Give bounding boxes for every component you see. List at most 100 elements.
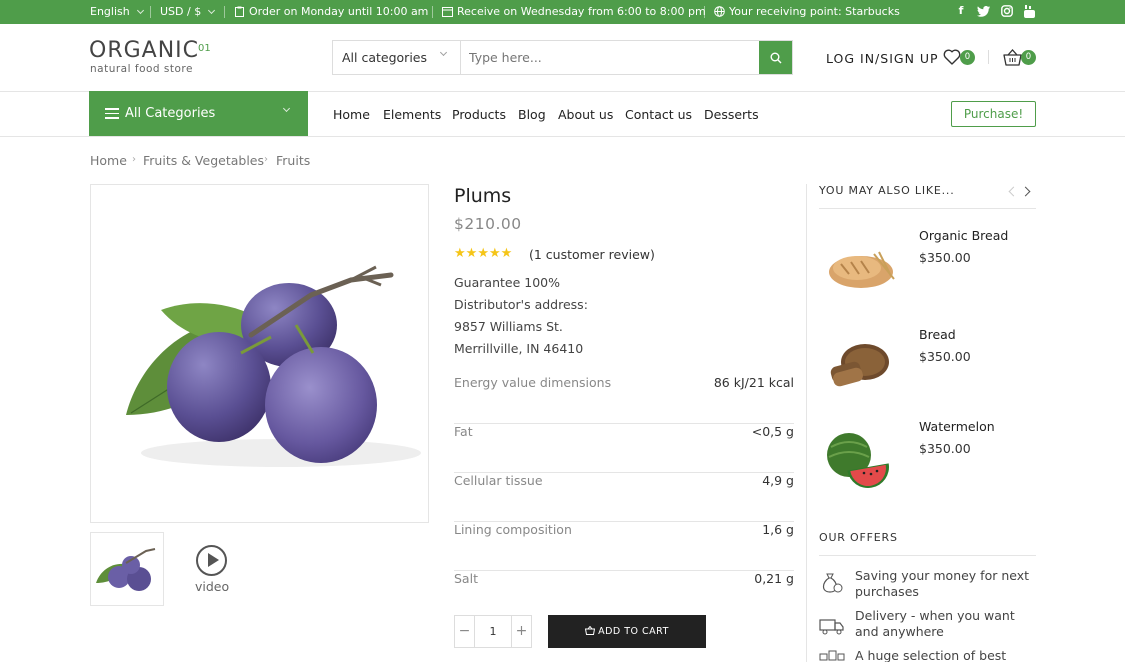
language-selector[interactable]: English — [90, 5, 144, 18]
nav-home[interactable]: Home — [333, 107, 370, 122]
spec-value: 4,9 g — [762, 473, 794, 488]
product-title: Plums — [454, 185, 512, 207]
nav-blog[interactable]: Blog — [518, 107, 546, 122]
related-product-name[interactable]: Bread — [919, 327, 956, 342]
increase-button[interactable]: + — [511, 616, 531, 647]
related-product-name[interactable]: Watermelon — [919, 419, 995, 434]
divider — [150, 6, 151, 18]
rye-bread-image — [830, 344, 889, 387]
wishlist-count-badge: 0 — [960, 50, 975, 65]
product-image[interactable] — [90, 184, 429, 523]
decrease-button[interactable]: − — [455, 616, 475, 647]
chevron-left-icon[interactable] — [1008, 186, 1019, 197]
spec-value: 86 kJ/21 kcal — [713, 375, 794, 390]
instagram-icon[interactable] — [1001, 5, 1013, 17]
nav-elements[interactable]: Elements — [383, 107, 441, 122]
divider — [819, 555, 1036, 556]
related-title: YOU MAY ALSO LIKE... — [819, 184, 955, 197]
chevron-down-icon — [282, 104, 291, 113]
nav-products[interactable]: Products — [452, 107, 506, 122]
breadcrumb-fruits: Fruits — [276, 153, 311, 168]
distributor-label: Distributor's address: — [454, 297, 588, 312]
spec-name: Cellular tissue — [454, 473, 543, 488]
facebook-icon[interactable]: f — [954, 4, 968, 17]
offer-text: A huge selection of best — [855, 648, 1007, 662]
plums-thumbnail-image — [96, 548, 156, 591]
spec-value: <0,5 g — [751, 424, 794, 439]
menu-icon — [105, 108, 119, 122]
spec-name: Lining composition — [454, 522, 572, 537]
chevron-right-icon: › — [264, 154, 268, 165]
nav-about-us[interactable]: About us — [558, 107, 613, 122]
related-product-name[interactable]: Organic Bread — [919, 228, 1008, 243]
purchase-button[interactable]: Purchase! — [951, 101, 1036, 127]
divider — [432, 6, 433, 18]
product-price: $210.00 — [454, 215, 522, 233]
chevron-right-icon: › — [132, 154, 136, 165]
play-icon[interactable] — [196, 545, 227, 576]
review-link[interactable]: (1 customer review) — [529, 247, 655, 262]
spec-row: Salt 0,21 g — [454, 571, 794, 620]
receive-note: Receive on Wednesday from 6:00 to 8:00 p… — [442, 5, 706, 18]
search-icon — [770, 52, 782, 64]
quantity-stepper: − 1 + — [454, 615, 532, 648]
related-product-price: $350.00 — [919, 349, 971, 364]
spec-row: Energy value dimensions 86 kJ/21 kcal — [454, 375, 794, 424]
offer-text: Saving your money for next purchases — [855, 568, 1030, 599]
top-bar: English USD / $ Order on Monday until 10… — [0, 0, 1125, 24]
divider — [988, 50, 989, 64]
basket-icon[interactable] — [1003, 49, 1022, 66]
category-select[interactable]: All categories — [333, 41, 461, 74]
spec-value: 1,6 g — [762, 522, 794, 537]
search-bar: All categories — [332, 40, 793, 75]
divider — [806, 184, 807, 662]
login-link[interactable]: LOG IN/SIGN UP — [826, 51, 939, 66]
youtube-icon[interactable] — [1024, 5, 1035, 18]
logo[interactable]: ORGANIC — [89, 38, 199, 63]
search-input[interactable] — [461, 41, 759, 74]
product-thumbnail[interactable] — [90, 532, 164, 606]
watermelon-image — [827, 433, 889, 488]
nav-contact-us[interactable]: Contact us — [625, 107, 692, 122]
spec-row: Fat <0,5 g — [454, 424, 794, 473]
address-line: Merrillville, IN 46410 — [454, 341, 584, 356]
logo-tagline: natural food store — [90, 63, 193, 75]
delivery-truck-icon — [819, 619, 844, 635]
chevron-down-icon — [136, 6, 144, 14]
related-product-image[interactable] — [819, 417, 903, 501]
guarantee-text: Guarantee 100% — [454, 275, 560, 290]
video-label[interactable]: video — [195, 579, 229, 594]
basket-icon — [584, 625, 596, 635]
star-icon: ★ — [465, 246, 478, 261]
divider — [0, 136, 1125, 137]
spec-row: Lining composition 1,6 g — [454, 522, 794, 571]
star-icon: ★ — [488, 246, 501, 261]
spec-name: Fat — [454, 424, 473, 439]
quantity-value[interactable]: 1 — [475, 625, 511, 638]
all-categories-button[interactable]: All Categories — [89, 91, 308, 136]
chevron-right-icon[interactable] — [1020, 186, 1031, 197]
chevron-down-icon — [208, 6, 216, 14]
offer-text: Delivery - when you want and anywhere — [855, 608, 1015, 639]
bread-image — [829, 251, 895, 288]
add-to-cart-button[interactable]: ADD TO CART — [548, 615, 706, 648]
divider — [224, 6, 225, 18]
order-note: Order on Monday until 10:00 am — [234, 5, 428, 18]
heart-icon[interactable] — [943, 49, 961, 65]
breadcrumb-home[interactable]: Home — [90, 153, 127, 168]
breadcrumb-fruits-vegetables[interactable]: Fruits & Vegetables — [143, 153, 264, 168]
plums-image — [126, 265, 421, 467]
selection-icon — [819, 650, 845, 661]
clipboard-icon — [235, 6, 244, 17]
divider — [819, 208, 1036, 209]
related-product-image[interactable] — [819, 224, 903, 308]
spec-name: Energy value dimensions — [454, 375, 612, 390]
money-bag-icon — [822, 573, 843, 593]
twitter-icon[interactable] — [977, 6, 990, 17]
related-product-image[interactable] — [819, 322, 903, 406]
nav-desserts[interactable]: Desserts — [704, 107, 759, 122]
related-product-price: $350.00 — [919, 250, 971, 265]
spec-row: Cellular tissue 4,9 g — [454, 473, 794, 522]
currency-selector[interactable]: USD / $ — [160, 5, 216, 18]
search-button[interactable] — [759, 41, 792, 74]
